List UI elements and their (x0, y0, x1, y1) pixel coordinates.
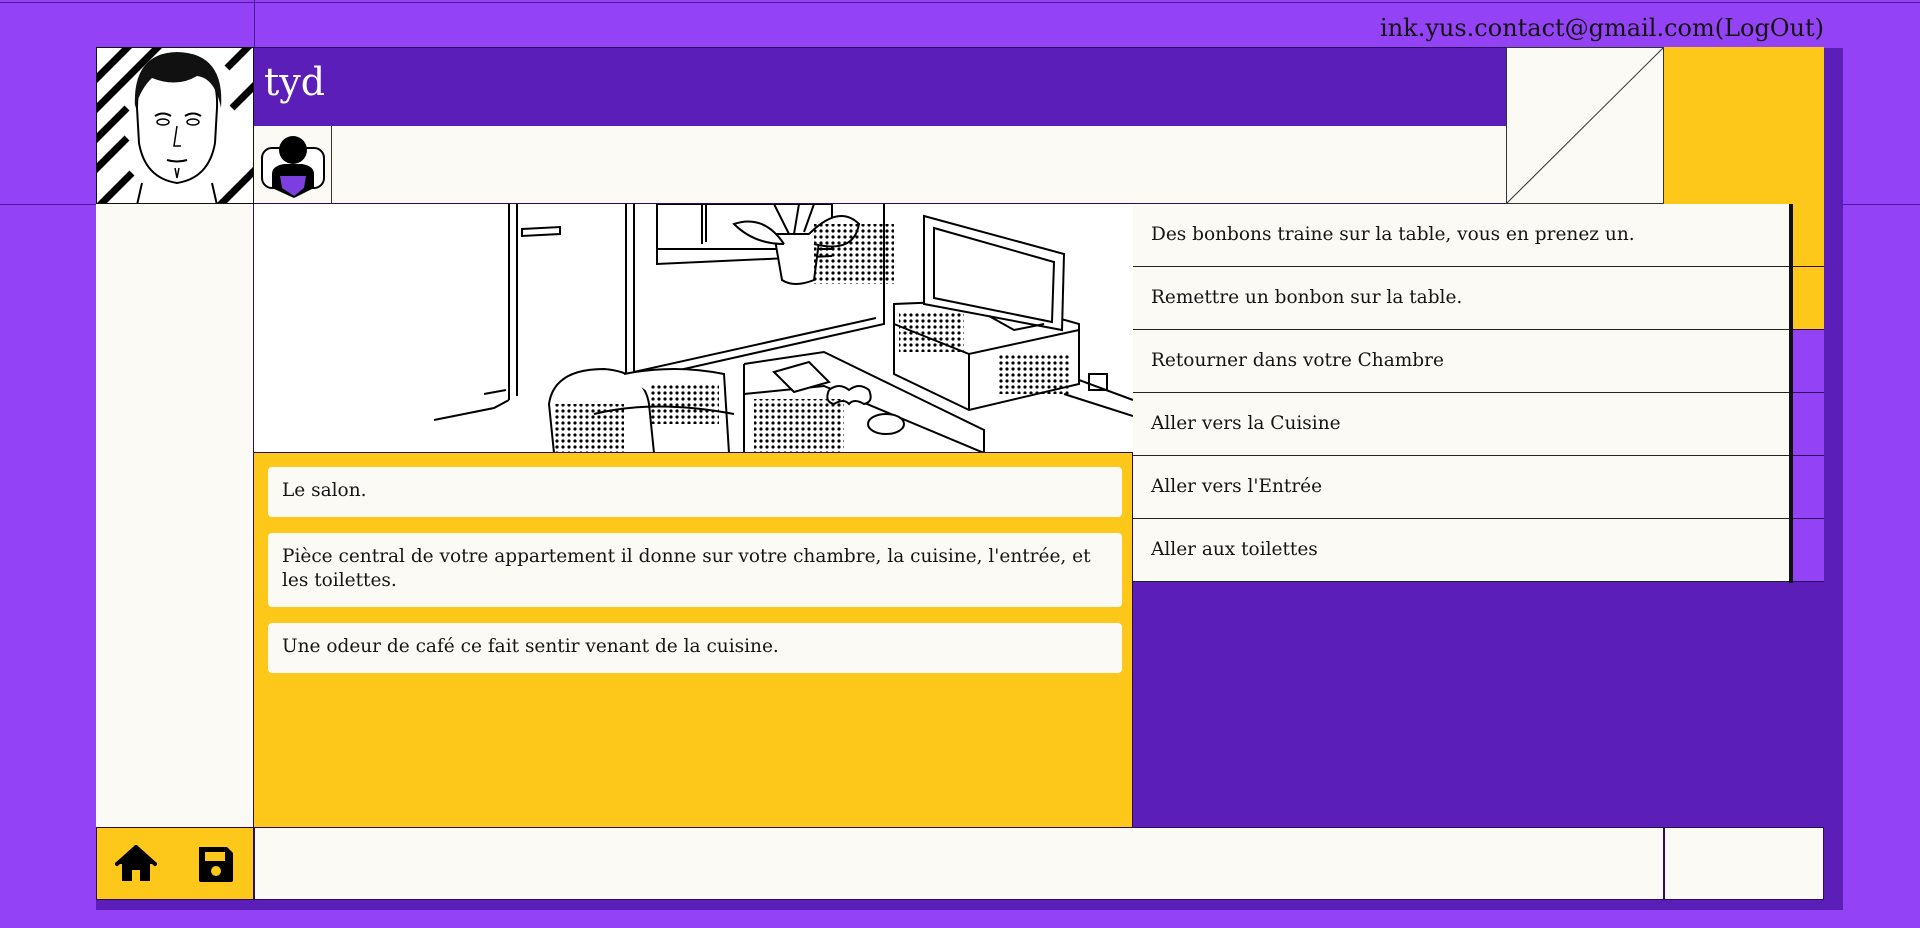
story-panel: Le salon. Pièce central de votre apparte… (254, 453, 1133, 827)
empty-panel (1133, 583, 1824, 827)
save-icon[interactable] (195, 844, 237, 884)
choice-side-tab (1793, 456, 1824, 519)
bottom-right-slot (1664, 827, 1824, 900)
character-portrait (96, 47, 254, 204)
choice-list: Des bonbons traine sur la table, vous en… (1133, 204, 1791, 583)
background-grid-line-top (0, 2, 1920, 3)
choice-option[interactable]: Remettre un bonbon sur la table. (1133, 267, 1791, 330)
left-sidebar (96, 204, 254, 827)
living-room-illustration-icon (433, 204, 1133, 452)
message-bar (254, 827, 1664, 900)
choice-option[interactable]: Aller aux toilettes (1133, 519, 1791, 582)
choice-option[interactable]: Des bonbons traine sur la table, vous en… (1133, 204, 1791, 267)
choice-side-tab (1793, 393, 1824, 456)
choice-side-tab (1793, 204, 1824, 267)
scene-image (254, 204, 1133, 453)
background-grid-line-left (254, 0, 255, 48)
man-portrait-icon (97, 48, 253, 203)
person-avatar-icon[interactable] (254, 126, 332, 203)
story-paragraph: Pièce central de votre appartement il do… (268, 533, 1122, 607)
choice-option[interactable]: Aller vers l'Entrée (1133, 456, 1791, 519)
home-icon[interactable] (115, 844, 157, 884)
toolbar (96, 827, 254, 900)
story-paragraph: Le salon. (268, 467, 1122, 517)
story-paragraph: Une odeur de café ce fait sentir venant … (268, 623, 1122, 673)
yellow-corner-block (1664, 47, 1824, 204)
account-logout-link[interactable]: ink.yus.contact@gmail.com(LogOut) (1380, 14, 1824, 42)
status-strip (254, 126, 1506, 204)
choice-side-tab (1793, 267, 1824, 330)
choice-side-tab (1793, 519, 1824, 582)
choice-side-tab (1793, 330, 1824, 393)
player-name-bar: tyd (254, 47, 1506, 126)
player-name: tyd (264, 60, 326, 104)
empty-slot-box (1506, 47, 1664, 204)
choice-option[interactable]: Retourner dans votre Chambre (1133, 330, 1791, 393)
choice-option[interactable]: Aller vers la Cuisine (1133, 393, 1791, 456)
